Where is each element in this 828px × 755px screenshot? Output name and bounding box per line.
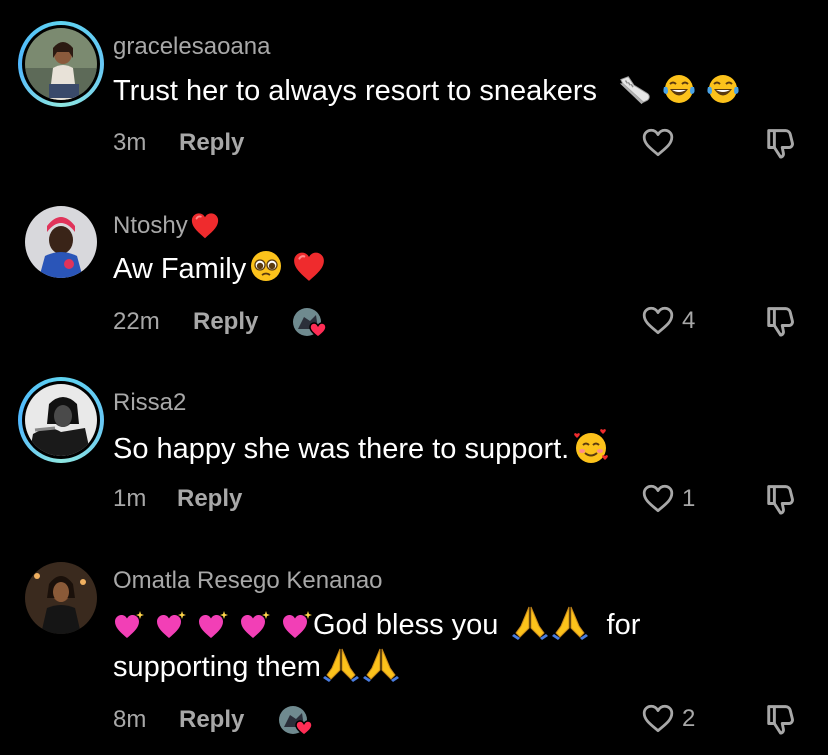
comment-text-line: supporting them xyxy=(113,646,753,688)
comment-item: Omatla Resego Kenanao God bless you for … xyxy=(0,534,828,755)
username[interactable]: Ntoshy xyxy=(113,211,220,241)
timestamp: 22m xyxy=(113,308,160,335)
like-button[interactable]: 4 xyxy=(640,304,695,338)
dislike-button[interactable] xyxy=(762,701,798,742)
like-count: 1 xyxy=(682,485,696,512)
creator-liked-badge xyxy=(278,705,314,736)
sparkling-heart-emoji xyxy=(155,608,187,640)
tears-of-joy-emoji xyxy=(661,70,697,106)
comment-text: So happy she was there to support. xyxy=(113,426,753,470)
pleading-face-emoji xyxy=(248,248,284,284)
folded-hands-emoji xyxy=(363,646,399,682)
red-heart-emoji xyxy=(190,211,220,241)
heart-outline-icon xyxy=(640,702,676,736)
dislike-button[interactable] xyxy=(762,481,798,522)
comment-text: Aw Family xyxy=(113,248,753,290)
username[interactable]: gracelesaoana xyxy=(113,33,270,61)
sparkling-heart-emoji xyxy=(239,608,271,640)
thumbs-down-icon xyxy=(762,125,798,161)
heart-outline-icon xyxy=(640,304,676,338)
comment-meta: 8m Reply xyxy=(113,705,314,736)
thumbs-down-icon xyxy=(762,303,798,339)
sparkling-heart-emoji xyxy=(197,608,229,640)
timestamp: 3m xyxy=(113,129,147,156)
comment-meta: 22m Reply xyxy=(113,307,328,338)
avatar[interactable] xyxy=(14,17,108,111)
comment-text: God bless you for supporting them xyxy=(113,604,753,688)
sneaker-emoji xyxy=(615,72,653,106)
dislike-button[interactable] xyxy=(762,125,798,166)
username[interactable]: Omatla Resego Kenanao xyxy=(113,567,383,595)
avatar[interactable] xyxy=(14,551,108,645)
reply-button[interactable]: Reply xyxy=(193,308,258,336)
like-button[interactable]: 2 xyxy=(640,702,695,736)
like-button[interactable]: 1 xyxy=(640,482,695,516)
reply-button[interactable]: Reply xyxy=(177,485,242,513)
comment-text-line: God bless you for xyxy=(113,604,753,646)
folded-hands-emoji xyxy=(552,604,588,640)
thumbs-down-icon xyxy=(762,481,798,517)
like-count: 2 xyxy=(682,705,696,732)
timestamp: 8m xyxy=(113,706,147,733)
comment-meta: 3m Reply xyxy=(113,129,244,157)
like-count: 4 xyxy=(682,307,696,334)
reply-button[interactable]: Reply xyxy=(179,706,244,734)
dislike-button[interactable] xyxy=(762,303,798,344)
heart-outline-icon xyxy=(640,482,676,516)
timestamp: 1m xyxy=(113,485,147,512)
comment-text: Trust her to always resort to sneakers xyxy=(113,70,753,112)
smiling-face-with-hearts-emoji xyxy=(571,426,611,466)
story-ring xyxy=(18,377,104,463)
red-heart-emoji xyxy=(292,250,326,284)
like-button[interactable] xyxy=(640,126,676,160)
comment-item: Rissa2 So happy she was there to support… xyxy=(0,356,828,534)
sparkling-heart-emoji xyxy=(281,608,313,640)
folded-hands-emoji xyxy=(512,604,548,640)
folded-hands-emoji xyxy=(323,646,359,682)
creator-liked-badge xyxy=(292,307,328,338)
tears-of-joy-emoji xyxy=(705,70,741,106)
username[interactable]: Rissa2 xyxy=(113,389,186,417)
avatar[interactable] xyxy=(14,373,108,467)
thumbs-down-icon xyxy=(762,701,798,737)
story-ring xyxy=(18,21,104,107)
comment-meta: 1m Reply xyxy=(113,485,242,513)
comment-item: gracelesaoana Trust her to always resort… xyxy=(0,0,828,178)
reply-button[interactable]: Reply xyxy=(179,129,244,157)
heart-outline-icon xyxy=(640,126,676,160)
sparkling-heart-emoji xyxy=(113,608,145,640)
comment-item: Ntoshy Aw Family 22m Reply 4 xyxy=(0,178,828,356)
avatar[interactable] xyxy=(14,195,108,289)
